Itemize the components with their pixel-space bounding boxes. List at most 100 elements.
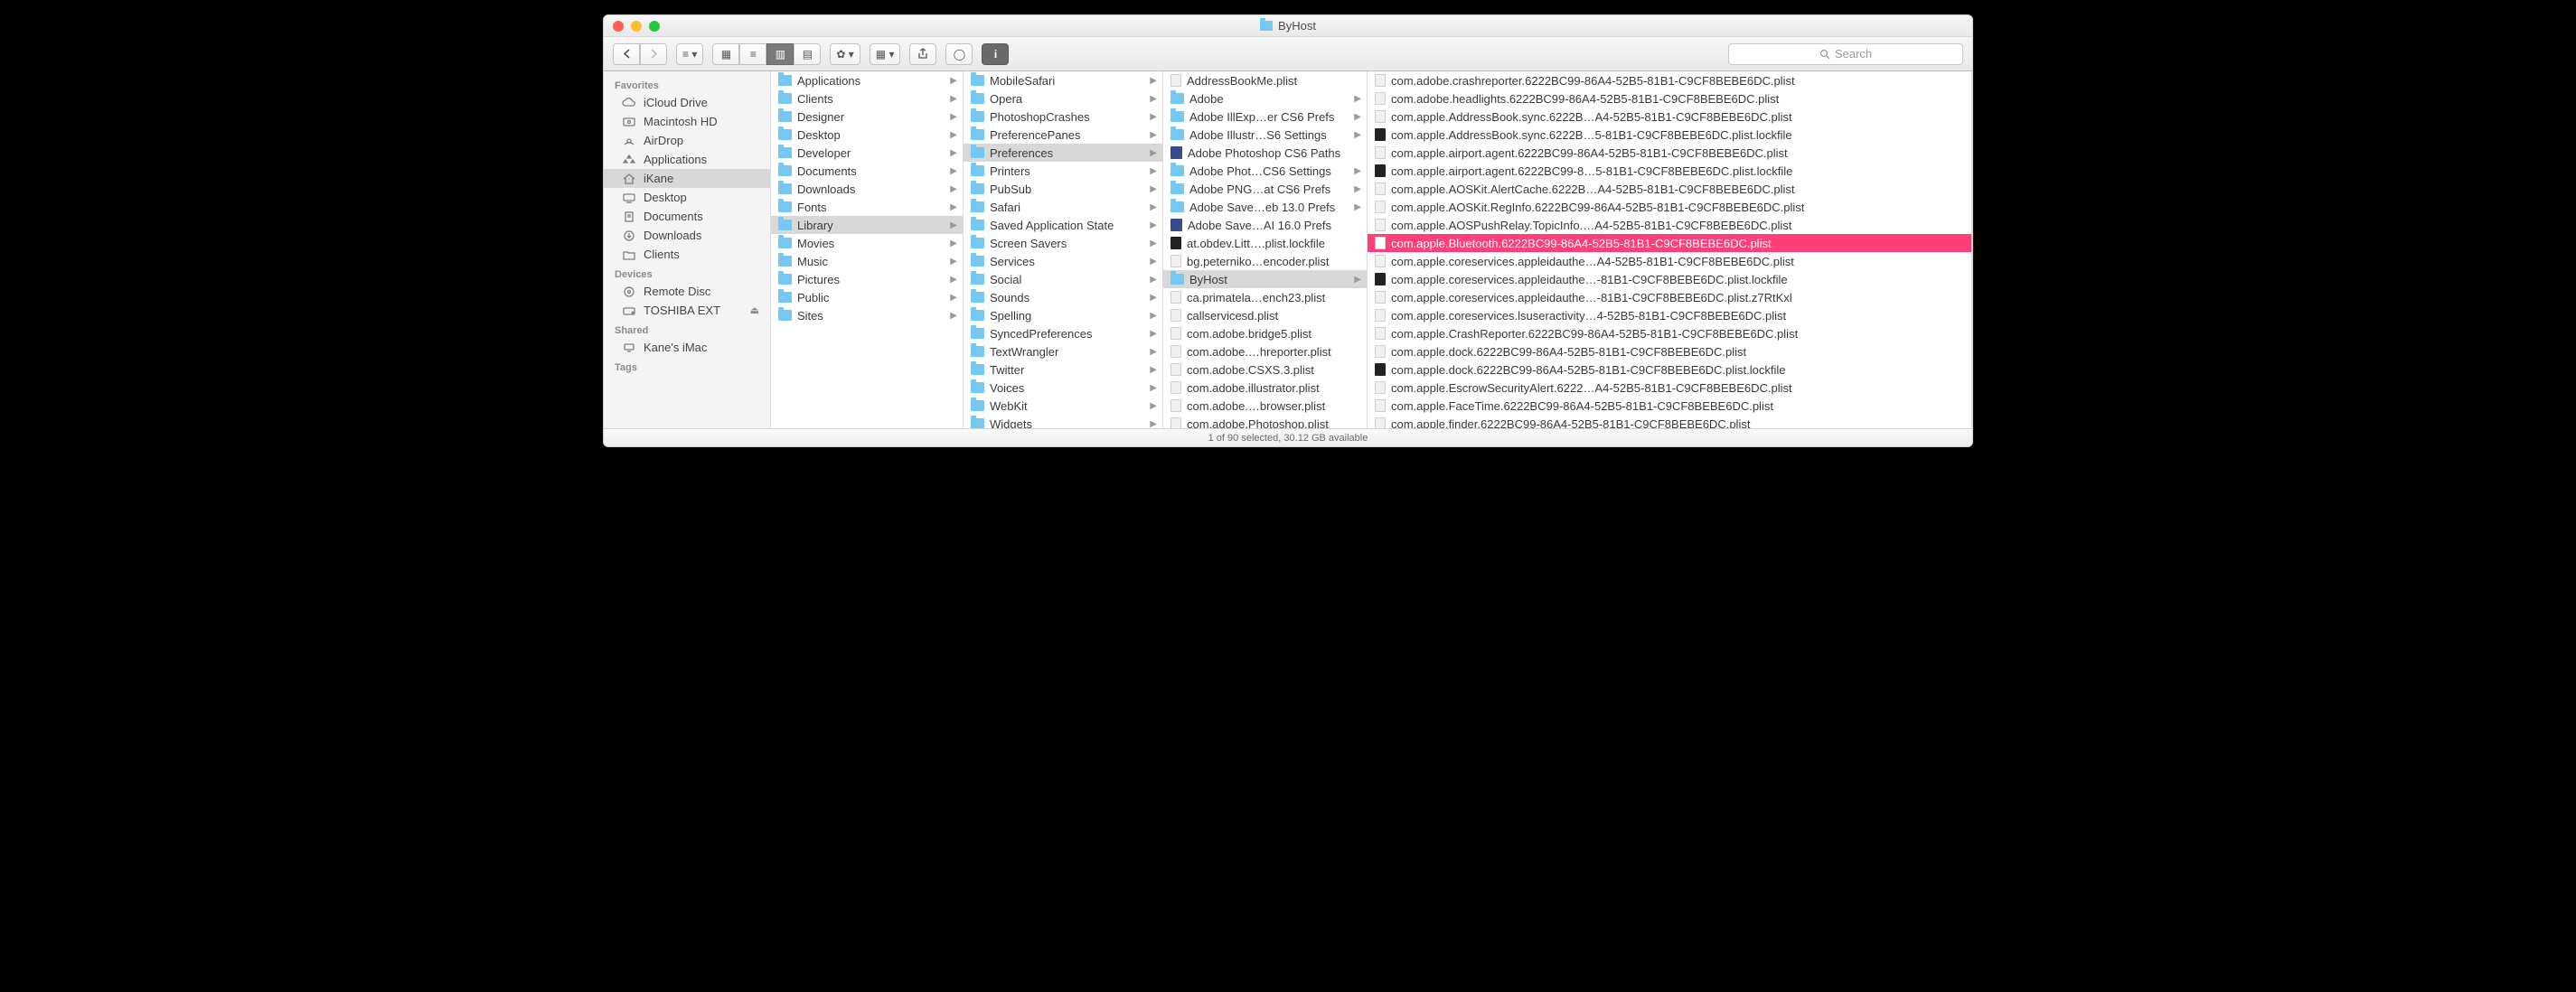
file-row[interactable]: SyncedPreferences▶ <box>964 324 1162 342</box>
file-row[interactable]: ca.primatela…ench23.plist <box>1163 288 1367 306</box>
file-row[interactable]: Adobe PNG…at CS6 Prefs▶ <box>1163 180 1367 198</box>
file-row[interactable]: com.apple.AOSKit.AlertCache.6222B…A4-52B… <box>1368 180 1971 198</box>
file-row[interactable]: Adobe Phot…CS6 Settings▶ <box>1163 162 1367 180</box>
list-view-button[interactable]: ≡ <box>739 43 766 65</box>
file-row[interactable]: Documents▶ <box>771 162 963 180</box>
file-row[interactable]: com.adobe.illustrator.plist <box>1163 379 1367 397</box>
file-row[interactable]: Voices▶ <box>964 379 1162 397</box>
file-row[interactable]: com.apple.airport.agent.6222BC99-8…5-81B… <box>1368 162 1971 180</box>
search-field[interactable]: Search <box>1728 43 1963 65</box>
file-row[interactable]: at.obdev.Litt….plist.lockfile <box>1163 234 1367 252</box>
sidebar-item[interactable]: Remote Disc <box>604 282 770 301</box>
file-row[interactable]: com.apple.Bluetooth.6222BC99-86A4-52B5-8… <box>1368 234 1971 252</box>
column[interactable]: AddressBookMe.plistAdobe▶Adobe IllExp…er… <box>1163 71 1368 428</box>
file-row[interactable]: Twitter▶ <box>964 360 1162 379</box>
file-row[interactable]: Movies▶ <box>771 234 963 252</box>
file-row[interactable]: com.apple.AOSKit.RegInfo.6222BC99-86A4-5… <box>1368 198 1971 216</box>
file-row[interactable]: com.apple.dock.6222BC99-86A4-52B5-81B1-C… <box>1368 360 1971 379</box>
column[interactable]: com.adobe.crashreporter.6222BC99-86A4-52… <box>1368 71 1972 428</box>
file-row[interactable]: TextWrangler▶ <box>964 342 1162 360</box>
tags-button[interactable]: ◯ <box>945 43 973 65</box>
file-row[interactable]: Spelling▶ <box>964 306 1162 324</box>
forward-button[interactable] <box>640 43 667 65</box>
file-row[interactable]: com.apple.dock.6222BC99-86A4-52B5-81B1-C… <box>1368 342 1971 360</box>
coverflow-view-button[interactable]: ▤ <box>794 43 821 65</box>
file-row[interactable]: PubSub▶ <box>964 180 1162 198</box>
info-button[interactable]: i <box>982 43 1009 65</box>
file-row[interactable]: Music▶ <box>771 252 963 270</box>
file-row[interactable]: com.apple.coreservices.appleidauthe…-81B… <box>1368 288 1971 306</box>
column[interactable]: Applications▶Clients▶Designer▶Desktop▶De… <box>771 71 964 428</box>
file-row[interactable]: Services▶ <box>964 252 1162 270</box>
file-row[interactable]: com.apple.AddressBook.sync.6222B…A4-52B5… <box>1368 108 1971 126</box>
file-row[interactable]: com.apple.coreservices.appleidauthe…A4-5… <box>1368 252 1971 270</box>
file-row[interactable]: com.adobe.headlights.6222BC99-86A4-52B5-… <box>1368 89 1971 108</box>
file-row[interactable]: Developer▶ <box>771 144 963 162</box>
file-row[interactable]: Adobe Photoshop CS6 Paths <box>1163 144 1367 162</box>
file-row[interactable]: Fonts▶ <box>771 198 963 216</box>
sidebar-item[interactable]: AirDrop <box>604 131 770 150</box>
action-menu[interactable]: ✿ ▾ <box>830 43 860 65</box>
titlebar[interactable]: ByHost <box>604 15 1972 37</box>
file-row[interactable]: com.apple.finder.6222BC99-86A4-52B5-81B1… <box>1368 415 1971 428</box>
file-row[interactable]: PhotoshopCrashes▶ <box>964 108 1162 126</box>
file-row[interactable]: Public▶ <box>771 288 963 306</box>
file-row[interactable]: Adobe Save…AI 16.0 Prefs <box>1163 216 1367 234</box>
column[interactable]: MobileSafari▶Opera▶PhotoshopCrashes▶ Pref… <box>964 71 1163 428</box>
sidebar-item[interactable]: Downloads <box>604 226 770 245</box>
file-row[interactable]: Library▶ <box>771 216 963 234</box>
file-row[interactable]: Opera▶ <box>964 89 1162 108</box>
eject-icon[interactable]: ⏏ <box>750 304 759 316</box>
file-row[interactable]: Safari▶ <box>964 198 1162 216</box>
file-row[interactable]: com.adobe.Photoshop.plist <box>1163 415 1367 428</box>
file-row[interactable]: Desktop▶ <box>771 126 963 144</box>
file-row[interactable]: ByHost▶ <box>1163 270 1367 288</box>
file-row[interactable]: Applications▶ <box>771 71 963 89</box>
file-row[interactable]: com.adobe.…hreporter.plist <box>1163 342 1367 360</box>
file-row[interactable]: Preferences▶ <box>964 144 1162 162</box>
file-row[interactable]: com.apple.coreservices.lsuseractivity…4-… <box>1368 306 1971 324</box>
sidebar-item[interactable]: Kane's iMac <box>604 338 770 357</box>
file-row[interactable]: com.adobe.…browser.plist <box>1163 397 1367 415</box>
column-view-button[interactable]: ▥ <box>766 43 794 65</box>
file-row[interactable]: com.adobe.crashreporter.6222BC99-86A4-52… <box>1368 71 1971 89</box>
file-row[interactable]: com.apple.airport.agent.6222BC99-86A4-52… <box>1368 144 1971 162</box>
sidebar-item[interactable]: TOSHIBA EXT⏏ <box>604 301 770 320</box>
file-row[interactable]: com.apple.FaceTime.6222BC99-86A4-52B5-81… <box>1368 397 1971 415</box>
file-row[interactable]: MobileSafari▶ <box>964 71 1162 89</box>
file-row[interactable]: com.adobe.bridge5.plist <box>1163 324 1367 342</box>
file-row[interactable]: com.apple.AOSPushRelay.TopicInfo.…A4-52B… <box>1368 216 1971 234</box>
arrange-menu[interactable]: ▦ ▾ <box>870 43 901 65</box>
file-row[interactable]: Saved Application State▶ <box>964 216 1162 234</box>
icon-view-button[interactable]: ▦ <box>712 43 739 65</box>
file-row[interactable]: Sounds▶ <box>964 288 1162 306</box>
file-row[interactable]: com.apple.CrashReporter.6222BC99-86A4-52… <box>1368 324 1971 342</box>
file-row[interactable]: Adobe Save…eb 13.0 Prefs▶ <box>1163 198 1367 216</box>
file-row[interactable]: Sites▶ <box>771 306 963 324</box>
back-button[interactable] <box>613 43 640 65</box>
file-row[interactable]: callservicesd.plist <box>1163 306 1367 324</box>
file-row[interactable]: AddressBookMe.plist <box>1163 71 1367 89</box>
file-row[interactable]: Downloads▶ <box>771 180 963 198</box>
file-row[interactable]: com.apple.AddressBook.sync.6222B…5-81B1-… <box>1368 126 1971 144</box>
file-row[interactable]: Printers▶ <box>964 162 1162 180</box>
file-row[interactable]: com.adobe.CSXS.3.plist <box>1163 360 1367 379</box>
sidebar-item[interactable]: Clients <box>604 245 770 264</box>
file-row[interactable]: WebKit▶ <box>964 397 1162 415</box>
sidebar-item[interactable]: Desktop <box>604 188 770 207</box>
file-row[interactable]: com.apple.coreservices.appleidauthe…-81B… <box>1368 270 1971 288</box>
sidebar-item[interactable]: Macintosh HD <box>604 112 770 131</box>
file-row[interactable]: Adobe Illustr…S6 Settings▶ <box>1163 126 1367 144</box>
path-menu[interactable]: ≡ ▾ <box>676 43 703 65</box>
sidebar-item[interactable]: Applications <box>604 150 770 169</box>
file-row[interactable]: bg.peterniko…encoder.plist <box>1163 252 1367 270</box>
file-row[interactable]: Adobe IllExp…er CS6 Prefs▶ <box>1163 108 1367 126</box>
sidebar-item[interactable]: iKane <box>604 169 770 188</box>
file-row[interactable]: Widgets▶ <box>964 415 1162 428</box>
file-row[interactable]: Social▶ <box>964 270 1162 288</box>
file-row[interactable]: Pictures▶ <box>771 270 963 288</box>
share-button[interactable] <box>909 43 936 65</box>
file-row[interactable]: Designer▶ <box>771 108 963 126</box>
file-row[interactable]: com.apple.EscrowSecurityAlert.6222…A4-52… <box>1368 379 1971 397</box>
sidebar-item[interactable]: Documents <box>604 207 770 226</box>
